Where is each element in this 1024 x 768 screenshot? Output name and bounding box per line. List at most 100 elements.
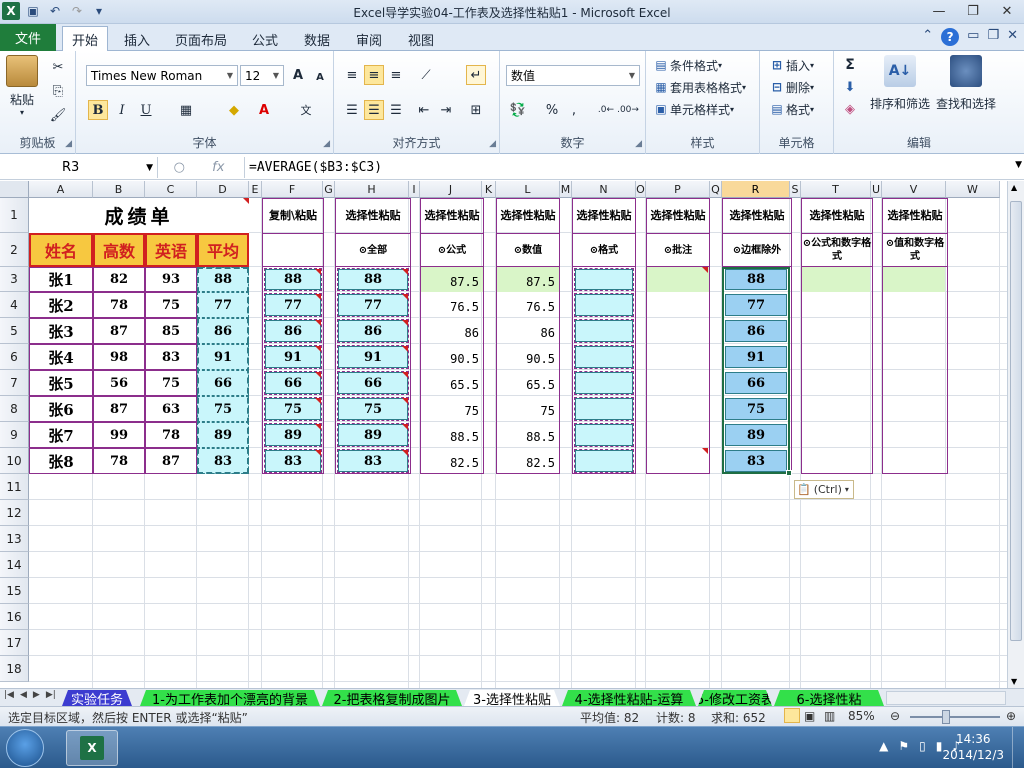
sheet-tab-5[interactable]: 4-选择性粘贴-运算 xyxy=(562,690,696,706)
alignment-launcher-icon[interactable]: ◢ xyxy=(489,139,496,149)
device-icon[interactable]: ▯ xyxy=(919,739,926,753)
zoom-slider-thumb[interactable] xyxy=(942,710,950,724)
col-header-n[interactable]: N xyxy=(572,181,636,198)
format-cell-n[interactable] xyxy=(574,319,634,343)
format-cell-n[interactable] xyxy=(574,423,634,447)
cell-name[interactable]: 张7 xyxy=(29,422,93,448)
row-header-13[interactable]: 13 xyxy=(0,526,29,552)
pasted-value-h[interactable]: 88 xyxy=(338,267,408,292)
row-header-15[interactable]: 15 xyxy=(0,578,29,604)
row-header-9[interactable]: 9 xyxy=(0,422,29,448)
cell-math[interactable]: 82 xyxy=(93,267,145,292)
format-painter-icon[interactable]: 🖌 xyxy=(48,105,68,125)
name-box[interactable]: R3 ▼ xyxy=(0,157,158,178)
paste-option-t[interactable]: ⊙公式和数字格式 xyxy=(802,233,872,267)
row-header-4[interactable]: 4 xyxy=(0,292,29,318)
col-header-o[interactable]: O xyxy=(636,181,646,198)
flag-icon[interactable]: ⚑ xyxy=(898,739,909,753)
font-name-combo[interactable]: Times New Roman ▼ xyxy=(86,65,238,86)
fill-icon[interactable]: ⬇ xyxy=(840,77,860,97)
pasted-value-h[interactable]: 89 xyxy=(338,422,408,448)
paste-button[interactable]: 粘贴 ▾ xyxy=(6,55,38,117)
align-bottom-icon[interactable]: ≡ xyxy=(386,65,406,85)
paste-option-l[interactable]: ⊙数值 xyxy=(497,233,559,267)
paste-title-j[interactable]: 选择性粘贴 xyxy=(421,198,483,233)
col-header-h[interactable]: H xyxy=(335,181,409,198)
sheet-tab-3[interactable]: 2-把表格复制成图片 xyxy=(322,690,462,706)
pasted-value-f[interactable]: 75 xyxy=(265,396,321,422)
font-size-combo[interactable]: 12 ▼ xyxy=(240,65,284,86)
cell-english[interactable]: 75 xyxy=(145,370,197,396)
cut-icon[interactable]: ✂ xyxy=(48,57,68,77)
fill-handle[interactable] xyxy=(786,470,792,476)
row-header-6[interactable]: 6 xyxy=(0,344,29,370)
pasted-value-f[interactable]: 66 xyxy=(265,370,321,396)
restore-button[interactable]: ❐ xyxy=(956,0,990,22)
doc-restore-icon[interactable]: ❐ xyxy=(987,28,999,46)
zoom-in-icon[interactable]: ⊕ xyxy=(1006,709,1016,723)
underline-button[interactable]: U xyxy=(136,100,156,120)
decimal-value-l[interactable]: 75 xyxy=(497,404,555,418)
row-header-18[interactable]: 18 xyxy=(0,656,29,682)
start-button[interactable] xyxy=(6,729,44,767)
borders-icon[interactable]: ▦ xyxy=(176,100,196,120)
col-header-j[interactable]: J xyxy=(420,181,482,198)
cell-english[interactable]: 75 xyxy=(145,292,197,318)
prev-sheet-icon[interactable]: ◀ xyxy=(20,690,27,700)
decrease-indent-icon[interactable]: ⇤ xyxy=(414,100,434,120)
align-middle-icon[interactable]: ≡ xyxy=(364,65,384,85)
pasted-value-h[interactable]: 77 xyxy=(338,292,408,318)
cell-math[interactable]: 78 xyxy=(93,448,145,474)
pasted-value-f[interactable]: 86 xyxy=(265,318,321,344)
header-cell-a[interactable]: 姓名 xyxy=(29,233,93,267)
col-header-s[interactable]: S xyxy=(790,181,801,198)
show-hidden-icons-icon[interactable]: ▲ xyxy=(879,739,888,753)
cell-name[interactable]: 张6 xyxy=(29,396,93,422)
header-cell-d[interactable]: 平均 xyxy=(197,233,249,267)
cell-math[interactable]: 78 xyxy=(93,292,145,318)
fx-button[interactable]: fx xyxy=(212,160,224,175)
tab-home[interactable]: 开始 xyxy=(62,26,108,52)
paste-option-r[interactable]: ⊙边框除外 xyxy=(723,233,791,267)
tab-file[interactable]: 文件 xyxy=(0,24,56,51)
pasted-value-f[interactable]: 77 xyxy=(265,292,321,318)
shrink-font-button[interactable]: A xyxy=(310,67,330,87)
format-as-table-button[interactable]: ▦ 套用表格格式 ▾ xyxy=(652,77,746,97)
decimal-value-j[interactable]: 82.5 xyxy=(421,456,479,470)
find-select-button[interactable]: 查找和选择 xyxy=(936,55,996,112)
percent-button[interactable]: % xyxy=(542,100,562,120)
paste-option-empty[interactable] xyxy=(263,233,323,267)
cell-math[interactable]: 56 xyxy=(93,370,145,396)
row-header-8[interactable]: 8 xyxy=(0,396,29,422)
sheet-tab-4[interactable]: 3-选择性粘贴 xyxy=(464,690,560,706)
paste-title-r[interactable]: 选择性粘贴 xyxy=(723,198,791,233)
paste-options-button[interactable]: 📋 (Ctrl) ▾ xyxy=(794,480,854,499)
decrease-decimal-icon[interactable]: .00→ xyxy=(617,100,639,120)
cell-name[interactable]: 张3 xyxy=(29,318,93,344)
scroll-up-icon[interactable]: ▲ xyxy=(1011,183,1017,192)
decimal-value-l[interactable]: 86 xyxy=(497,326,555,340)
comma-button[interactable]: , xyxy=(564,100,584,120)
copy-icon[interactable]: ⎘ xyxy=(48,81,68,101)
paste-title-n[interactable]: 选择性粘贴 xyxy=(573,198,635,233)
zoom-out-icon[interactable]: ⊖ xyxy=(890,709,900,723)
close-button[interactable]: ✕ xyxy=(990,0,1024,22)
increase-decimal-icon[interactable]: .0← xyxy=(596,100,616,120)
format-cells-button[interactable]: ▤ 格式 ▾ xyxy=(768,99,814,119)
pasted-value-h[interactable]: 83 xyxy=(338,448,408,474)
cell-math[interactable]: 87 xyxy=(93,396,145,422)
font-color-icon[interactable]: A xyxy=(254,100,274,120)
align-top-icon[interactable]: ≡ xyxy=(342,65,362,85)
format-cell-n[interactable] xyxy=(574,293,634,317)
row-header-16[interactable]: 16 xyxy=(0,604,29,630)
decimal-value-j[interactable]: 76.5 xyxy=(421,300,479,314)
fill-color-icon[interactable]: ◆ xyxy=(224,100,244,120)
col-header-r[interactable]: R xyxy=(722,181,790,198)
worksheet-grid[interactable]: A B C D E F G H I J K L M N O P Q R S T U V W 1 2 3 4 5 6 7 8 9 10 11 12 13… xyxy=(0,181,1008,688)
row-header-5[interactable]: 5 xyxy=(0,318,29,344)
scroll-down-icon[interactable]: ▼ xyxy=(1011,677,1017,686)
conditional-format-button[interactable]: ▤ 条件格式 ▾ xyxy=(652,55,722,75)
format-cell-n[interactable] xyxy=(574,268,634,291)
row-header-10[interactable]: 10 xyxy=(0,448,29,474)
sort-filter-button[interactable]: A↓ 排序和筛选 xyxy=(870,55,930,112)
